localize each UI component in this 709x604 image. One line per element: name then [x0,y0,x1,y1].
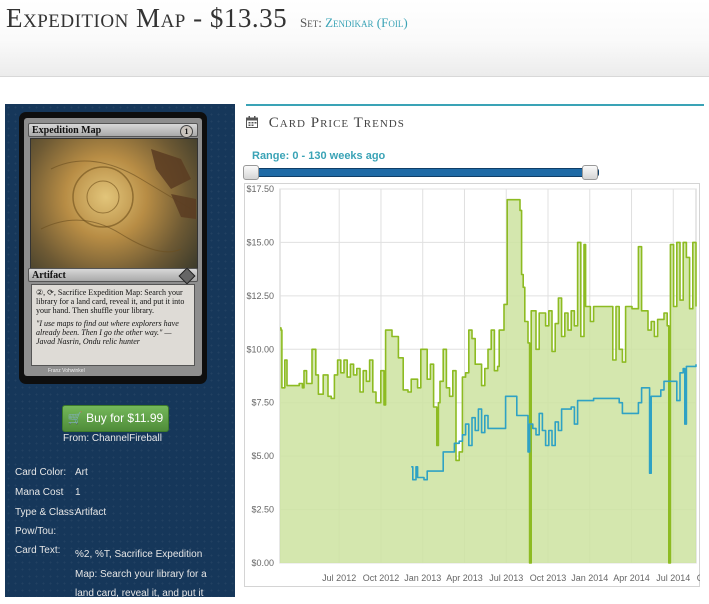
x-tick-label: Jul 2013 [489,573,523,583]
x-tick-label: Jan 2014 [571,573,608,583]
card-name: Expedition Map [32,125,102,136]
range-slider-end-handle[interactable] [582,165,598,180]
x-tick-label: Oct 2014 [697,573,700,583]
card-text-label: Card Text: [15,545,61,556]
card-type-bar: Artifact [28,267,198,285]
buy-button[interactable]: 🛒 Buy for $11.99 [62,405,169,432]
y-tick-label: $10.00 [246,344,274,354]
card-rules-text: ②, ⟳, Sacrifice Expedition Map: Search y… [36,288,185,315]
card-text-box: ②, ⟳, Sacrifice Expedition Map: Search y… [31,284,195,366]
mana-cost-label: Mana Cost [15,487,64,498]
y-tick-label: $17.50 [246,184,274,194]
x-tick-label: Oct 2013 [530,573,567,583]
page-header: Expedition Map - $13.35 Set: Zendikar (F… [0,0,709,77]
y-tick-label: $2.50 [251,505,274,515]
x-tick-label: Oct 2012 [363,573,400,583]
card-text-value: %2, %T, Sacrifice Expedition Map: Search… [75,549,207,599]
y-tick-label: $15.00 [246,237,274,247]
x-tick-label: Jan 2013 [404,573,441,583]
card-color-value: Art [75,467,88,478]
section-divider [246,104,704,106]
set-symbol-icon [178,267,196,285]
x-tick-label: Apr 2014 [613,573,650,583]
y-tick-label: $5.00 [251,451,274,461]
card-inner: Expedition Map 1 Artifact ②, ⟳, Sacrific… [24,118,202,376]
card-artist: Franz Vohwinkel [48,368,85,374]
cart-icon: 🛒 [67,411,83,425]
price-chart: $0.00 $2.50 $5.00 $7.50 $10.00 $12.50 $15.00 $1… [244,183,700,587]
range-slider[interactable] [243,165,599,180]
card-image: Expedition Map 1 Artifact ②, ⟳, Sacrific… [19,112,207,384]
range-label: Range: 0 - 130 weeks ago [252,150,386,162]
set-link[interactable]: Zendikar (Foil) [325,15,408,30]
x-tick-label: Jul 2012 [322,573,356,583]
mana-cost-value: 1 [75,487,81,498]
x-tick-label: Jul 2014 [656,573,690,583]
mana-symbol-icon: 1 [180,125,193,138]
x-tick-label: Apr 2013 [446,573,483,583]
card-flavor-text: "I use maps to find out where explorers … [36,319,179,346]
card-type-line: Artifact [32,270,66,281]
price-trends-heading: Card Price Trends [246,115,405,132]
type-class-label: Type & Class: [15,507,77,518]
y-tick-label: $7.50 [251,398,274,408]
y-tick-label: $12.50 [246,291,274,301]
range-slider-start-handle[interactable] [243,165,259,180]
card-color-label: Card Color: [15,467,67,478]
page-title: Expedition Map - $13.35 [6,3,288,33]
pow-tou-label: Pow/Tou: [15,526,57,537]
y-tick-label: $0.00 [251,558,274,568]
type-class-value: Artifact [75,507,107,518]
card-art [30,138,198,269]
buy-source: From: ChannelFireball [63,433,162,444]
calendar-icon [246,116,258,128]
set-info: Set: Zendikar (Foil) [300,15,408,31]
card-name-bar: Expedition Map 1 [28,123,198,138]
card-sidebar: Expedition Map 1 Artifact ②, ⟳, Sacrific… [5,104,235,599]
set-label: Set: [300,15,322,30]
